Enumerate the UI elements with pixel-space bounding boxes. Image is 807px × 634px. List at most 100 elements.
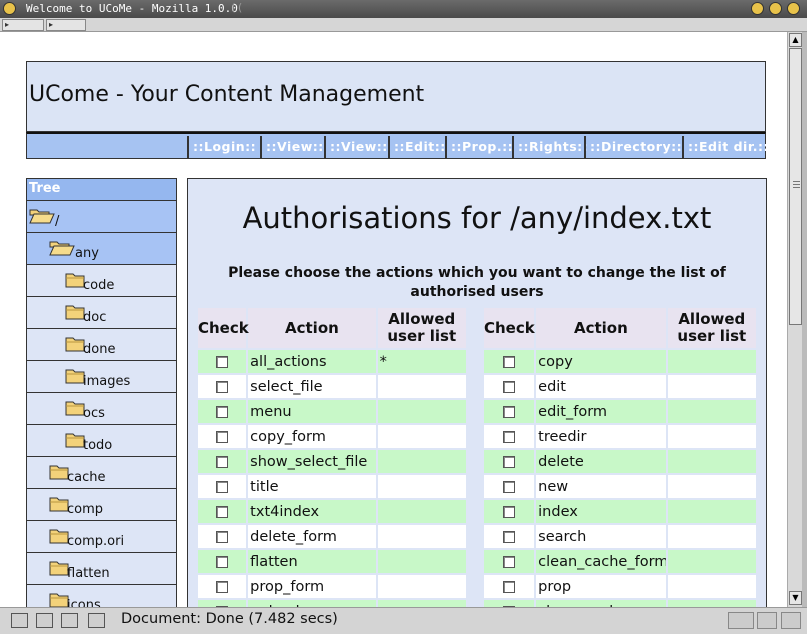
tree-node[interactable]: ocs xyxy=(27,393,176,425)
folder-icon[interactable] xyxy=(49,592,69,607)
menu-item[interactable]: ::View:: xyxy=(260,136,324,158)
check-cell[interactable] xyxy=(483,350,535,373)
action-checkbox[interactable] xyxy=(503,355,516,368)
tree-node[interactable]: todo xyxy=(27,425,176,457)
tree-node-label[interactable]: images xyxy=(83,374,130,389)
composer-icon[interactable] xyxy=(61,613,78,628)
check-cell[interactable] xyxy=(483,400,535,423)
folder-icon[interactable] xyxy=(65,336,85,352)
menu-item[interactable]: ::Directory:: xyxy=(584,136,682,158)
menu-item[interactable]: ::Prop.:: xyxy=(445,136,513,158)
tree-node-label[interactable]: comp.ori xyxy=(67,534,124,549)
check-cell[interactable] xyxy=(198,375,247,398)
action-checkbox[interactable] xyxy=(503,580,516,593)
open-folder-icon[interactable] xyxy=(29,208,55,224)
action-checkbox[interactable] xyxy=(216,355,229,368)
tree-node-label[interactable]: flatten xyxy=(67,566,110,581)
check-cell[interactable] xyxy=(198,575,247,598)
tree-node-label[interactable]: cache xyxy=(67,470,106,485)
action-checkbox[interactable] xyxy=(216,480,229,493)
tree-node-label[interactable]: any xyxy=(75,246,99,261)
tree-node-label[interactable]: / xyxy=(55,214,59,229)
check-cell[interactable] xyxy=(198,475,247,498)
tree-node[interactable]: cache xyxy=(27,457,176,489)
check-cell[interactable] xyxy=(198,600,247,607)
menu-item[interactable]: ::Rights:: xyxy=(512,136,588,158)
open-folder-icon[interactable] xyxy=(49,240,75,256)
menu-item[interactable]: ::Edit dir.:: xyxy=(682,136,769,158)
tree-node[interactable]: comp.ori xyxy=(27,521,176,553)
window-menu-icon[interactable] xyxy=(3,2,16,15)
scroll-down-icon[interactable]: ▼ xyxy=(789,591,802,605)
check-cell[interactable] xyxy=(483,375,535,398)
action-checkbox[interactable] xyxy=(216,430,229,443)
mail-icon[interactable] xyxy=(36,613,53,628)
tree-node[interactable]: icons xyxy=(27,585,176,607)
check-cell[interactable] xyxy=(198,500,247,523)
menu-item[interactable]: ::View:: xyxy=(324,136,388,158)
check-cell[interactable] xyxy=(198,550,247,573)
scroll-thumb[interactable] xyxy=(789,48,802,325)
folder-icon[interactable] xyxy=(49,464,69,480)
action-checkbox[interactable] xyxy=(503,505,516,518)
address-book-icon[interactable] xyxy=(88,613,105,628)
check-cell[interactable] xyxy=(483,550,535,573)
folder-icon[interactable] xyxy=(49,560,69,576)
check-cell[interactable] xyxy=(483,575,535,598)
navigator-icon[interactable] xyxy=(11,613,28,628)
toolbar-grippy-1[interactable]: ▸ xyxy=(2,19,44,31)
check-cell[interactable] xyxy=(198,450,247,473)
check-cell[interactable] xyxy=(483,450,535,473)
check-cell[interactable] xyxy=(198,425,247,448)
check-cell[interactable] xyxy=(483,525,535,548)
action-checkbox[interactable] xyxy=(216,405,229,418)
folder-icon[interactable] xyxy=(65,432,85,448)
check-cell[interactable] xyxy=(483,425,535,448)
maximize-icon[interactable] xyxy=(769,2,782,15)
tree-node[interactable]: any xyxy=(27,233,176,265)
check-cell[interactable] xyxy=(483,600,535,607)
action-checkbox[interactable] xyxy=(503,405,516,418)
folder-icon[interactable] xyxy=(65,272,85,288)
action-checkbox[interactable] xyxy=(503,455,516,468)
minimize-icon[interactable] xyxy=(751,2,764,15)
check-cell[interactable] xyxy=(483,475,535,498)
folder-icon[interactable] xyxy=(65,368,85,384)
tree-node-label[interactable]: doc xyxy=(83,310,106,325)
tree-node-label[interactable]: code xyxy=(83,278,114,293)
action-checkbox[interactable] xyxy=(216,530,229,543)
check-cell[interactable] xyxy=(198,400,247,423)
action-checkbox[interactable] xyxy=(503,380,516,393)
tree-node[interactable]: / xyxy=(27,201,176,233)
tree-node[interactable]: comp xyxy=(27,489,176,521)
menu-item[interactable]: ::Login:: xyxy=(187,136,256,158)
close-icon[interactable] xyxy=(787,2,800,15)
action-checkbox[interactable] xyxy=(216,555,229,568)
folder-icon[interactable] xyxy=(65,400,85,416)
folder-icon[interactable] xyxy=(49,496,69,512)
action-checkbox[interactable] xyxy=(503,430,516,443)
tree-node[interactable]: doc xyxy=(27,297,176,329)
tree-node-label[interactable]: ocs xyxy=(83,406,105,421)
scroll-up-icon[interactable]: ▲ xyxy=(789,33,802,47)
vertical-scrollbar[interactable]: ▲ ▼ xyxy=(787,32,802,607)
tree-node-label[interactable]: comp xyxy=(67,502,103,517)
cookie-icon[interactable] xyxy=(757,612,777,629)
folder-icon[interactable] xyxy=(49,528,69,544)
security-lock-icon[interactable] xyxy=(781,612,801,629)
action-checkbox[interactable] xyxy=(216,380,229,393)
tree-node-label[interactable]: icons xyxy=(67,598,101,607)
action-checkbox[interactable] xyxy=(216,455,229,468)
folder-icon[interactable] xyxy=(65,304,85,320)
check-cell[interactable] xyxy=(198,350,247,373)
check-cell[interactable] xyxy=(198,525,247,548)
tree-node-label[interactable]: todo xyxy=(83,438,112,453)
action-checkbox[interactable] xyxy=(503,530,516,543)
tree-node[interactable]: done xyxy=(27,329,176,361)
tree-node[interactable]: images xyxy=(27,361,176,393)
tree-node[interactable]: flatten xyxy=(27,553,176,585)
menu-item[interactable]: ::Edit:: xyxy=(388,136,446,158)
toolbar-grippy-2[interactable]: ▸ xyxy=(46,19,86,31)
action-checkbox[interactable] xyxy=(216,505,229,518)
online-status-icon[interactable] xyxy=(728,612,754,629)
